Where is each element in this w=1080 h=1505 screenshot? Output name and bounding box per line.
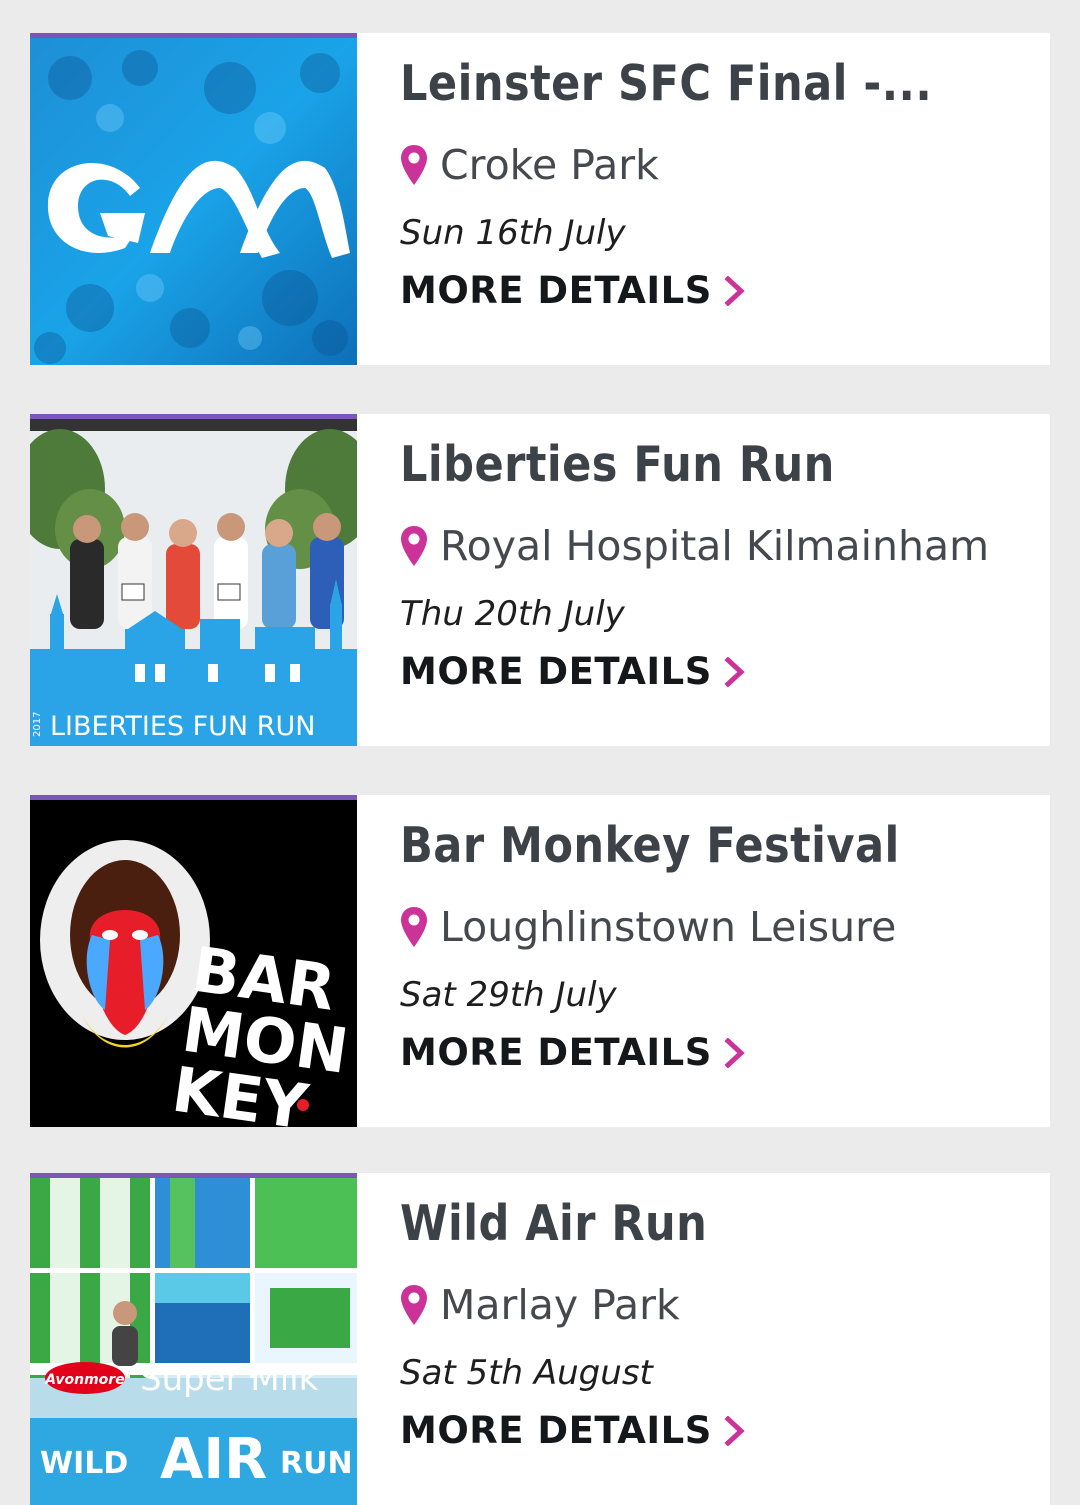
event-venue: Loughlinstown Leisure (400, 899, 896, 955)
image-brand-text: Avonmore (44, 1372, 124, 1388)
more-details-link[interactable]: MORE DETAILS (400, 650, 746, 693)
event-date: Sun 16th July (400, 213, 626, 253)
event-thumbnail-liberties[interactable]: 2017 LIBERTIES FUN RUN (30, 414, 357, 746)
more-details-label[interactable]: MORE DETAILS (400, 1409, 712, 1452)
chevron-right-icon (724, 656, 745, 687)
mandrill-logo-icon: BAR MON KEY (30, 800, 357, 1127)
svg-text:WILD: WILD (40, 1446, 128, 1481)
svg-text:RUN: RUN (280, 1446, 353, 1481)
location-pin-icon (401, 145, 427, 185)
more-details-link[interactable]: MORE DETAILS (400, 1031, 746, 1074)
more-details-label[interactable]: MORE DETAILS (400, 650, 712, 693)
inflatables-photo-icon: Avonmore Super Milk AIR WILD RUN (30, 1178, 357, 1505)
venue-name: Croke Park (440, 141, 659, 189)
event-date: Thu 20th July (400, 594, 625, 634)
more-details-link[interactable]: MORE DETAILS (400, 269, 746, 312)
venue-name: Royal Hospital Kilmainham (440, 522, 990, 570)
chevron-right-icon (724, 1415, 745, 1446)
event-title[interactable]: Liberties Fun Run (400, 436, 946, 493)
event-card[interactable]: Avonmore Super Milk AIR WILD RUN Wild Ai… (30, 1173, 1050, 1505)
event-card[interactable]: BAR MON KEY Bar Monkey Festival Loughlin… (30, 795, 1050, 1127)
location-pin-icon (401, 526, 427, 566)
location-pin-icon (401, 1285, 427, 1325)
event-venue: Croke Park (400, 137, 659, 193)
event-thumbnail-gaa[interactable] (30, 33, 357, 365)
event-card[interactable]: Leinster SFC Final -... Croke Park Sun 1… (30, 33, 1050, 365)
event-thumbnail-wild-air-run[interactable]: Avonmore Super Milk AIR WILD RUN (30, 1173, 357, 1505)
venue-name: Marlay Park (440, 1281, 680, 1329)
event-title[interactable]: Wild Air Run (400, 1195, 946, 1252)
event-card[interactable]: 2017 LIBERTIES FUN RUN Liberties Fun Run… (30, 414, 1050, 746)
event-venue: Royal Hospital Kilmainham (400, 518, 989, 574)
more-details-label[interactable]: MORE DETAILS (400, 1031, 712, 1074)
svg-text:AIR: AIR (160, 1427, 267, 1492)
fun-run-photo-icon: 2017 LIBERTIES FUN RUN (30, 419, 357, 746)
image-caption-text: Super Milk (140, 1359, 319, 1399)
event-title[interactable]: Bar Monkey Festival (400, 817, 946, 874)
chevron-right-icon (724, 275, 745, 306)
image-year-text: 2017 (32, 712, 43, 737)
gaa-logo-icon (30, 38, 357, 365)
more-details-label[interactable]: MORE DETAILS (400, 269, 712, 312)
event-thumbnail-bar-monkey[interactable]: BAR MON KEY (30, 795, 357, 1127)
more-details-link[interactable]: MORE DETAILS (400, 1409, 746, 1452)
chevron-right-icon (724, 1037, 745, 1068)
event-date: Sat 29th July (400, 975, 617, 1015)
event-title[interactable]: Leinster SFC Final -... (400, 55, 946, 112)
location-pin-icon (401, 907, 427, 947)
image-caption-text: LIBERTIES FUN RUN (50, 711, 315, 742)
venue-name: Loughlinstown Leisure (440, 903, 897, 951)
event-date: Sat 5th August (400, 1353, 653, 1393)
event-venue: Marlay Park (400, 1277, 680, 1333)
